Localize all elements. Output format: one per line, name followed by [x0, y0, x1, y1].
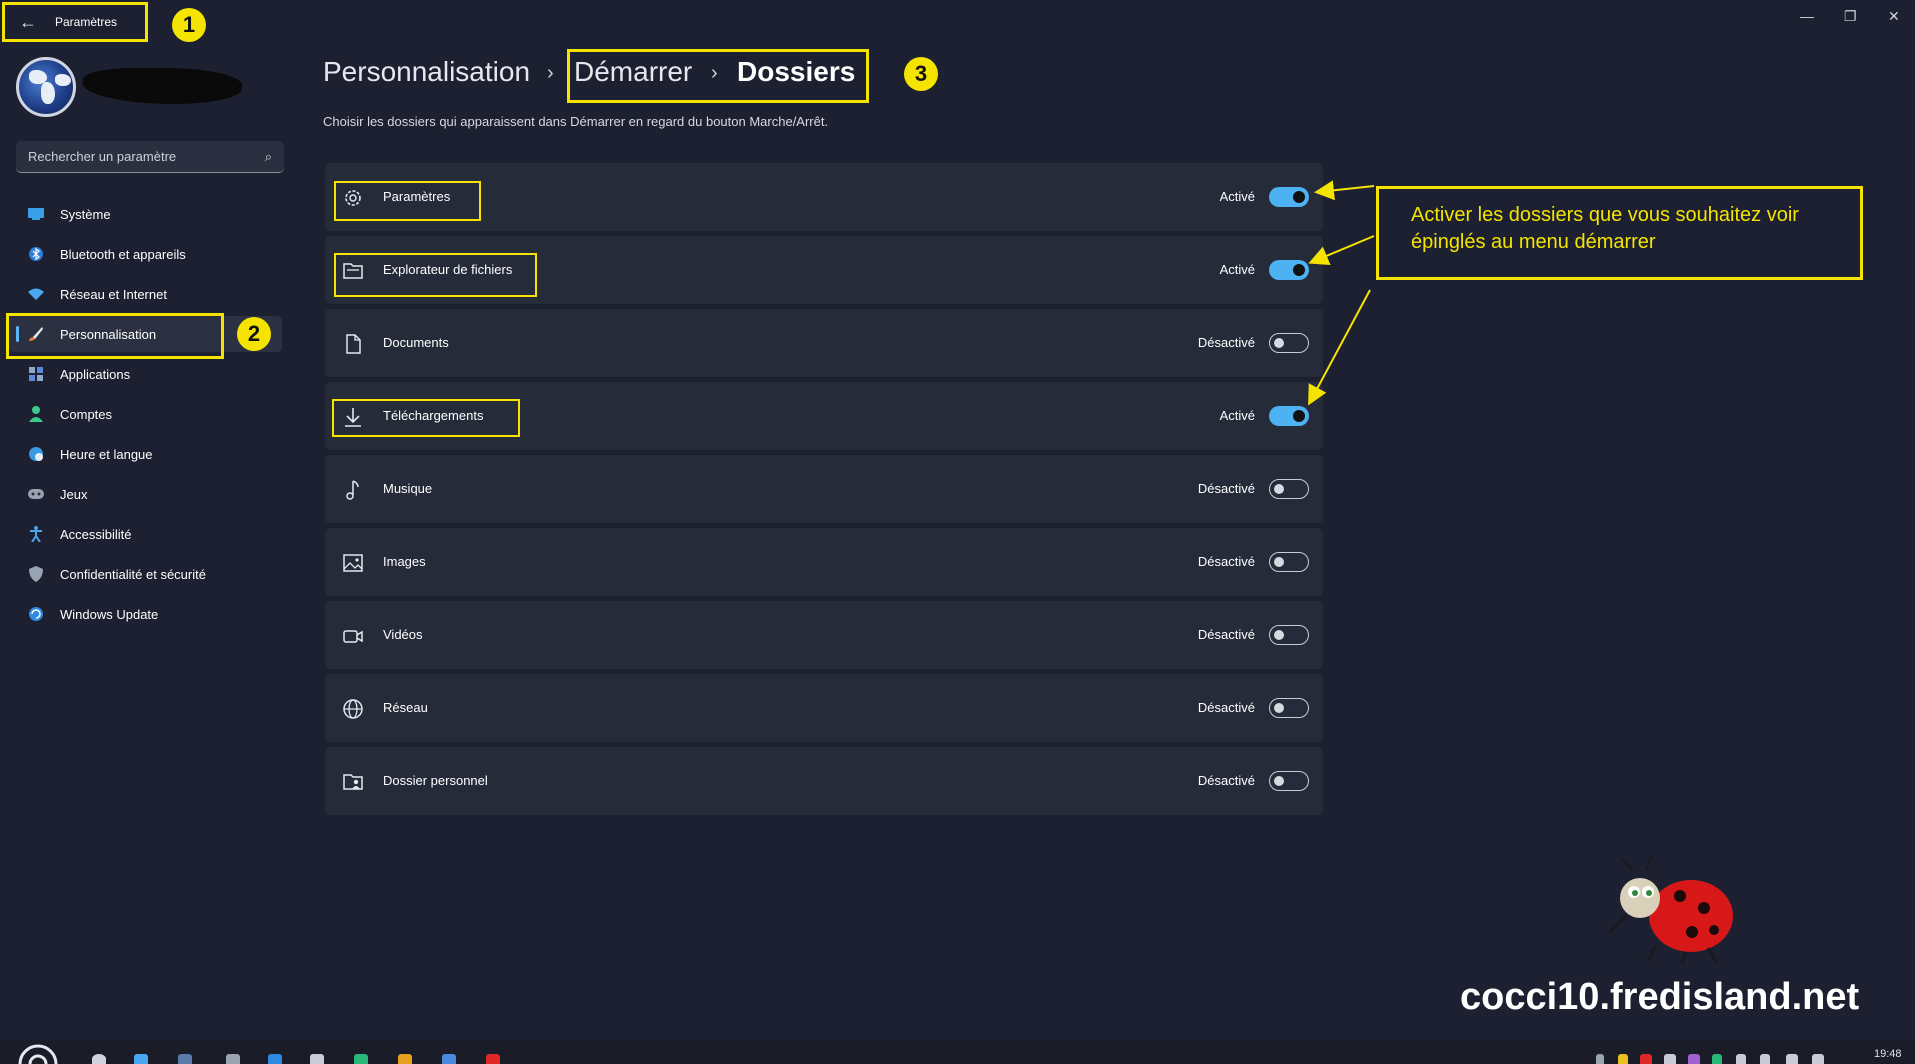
taskbar-settings-icon[interactable]: [178, 1054, 192, 1064]
taskbar-app-icon[interactable]: [226, 1054, 240, 1064]
tray-network-icon[interactable]: [1736, 1054, 1746, 1064]
taskbar-clock[interactable]: 19:48: [1874, 1048, 1902, 1060]
taskbar-app-icon[interactable]: [310, 1054, 324, 1064]
tray-volume-icon[interactable]: [1812, 1054, 1824, 1064]
taskbar-app-icon[interactable]: [134, 1054, 148, 1064]
tray-warning-icon[interactable]: [1618, 1054, 1628, 1064]
tray-app-icon[interactable]: [1664, 1054, 1676, 1064]
taskbar-opera-icon[interactable]: [486, 1054, 500, 1064]
taskbar-app-icon[interactable]: [354, 1054, 368, 1064]
start-icon[interactable]: [10, 1042, 66, 1064]
tray-app-icon[interactable]: [1688, 1054, 1700, 1064]
tray-chevron-icon[interactable]: [1596, 1054, 1604, 1064]
search-taskbar-icon[interactable]: [92, 1054, 106, 1064]
tray-display-icon[interactable]: [1786, 1054, 1798, 1064]
tray-app-icon[interactable]: [1712, 1054, 1722, 1064]
ladybug-mascot: [1608, 856, 1733, 965]
taskbar-edge-icon[interactable]: [268, 1054, 282, 1064]
annotation-callout: Activer les dossiers que vous souhaitez …: [1376, 186, 1863, 280]
tray-battery-icon[interactable]: [1760, 1054, 1770, 1064]
watermark-site: cocci10.fredisland.net: [1460, 976, 1860, 1018]
taskbar-chrome-icon[interactable]: [398, 1054, 412, 1064]
taskbar-app-icon[interactable]: [442, 1054, 456, 1064]
tray-app-icon[interactable]: [1640, 1054, 1652, 1064]
